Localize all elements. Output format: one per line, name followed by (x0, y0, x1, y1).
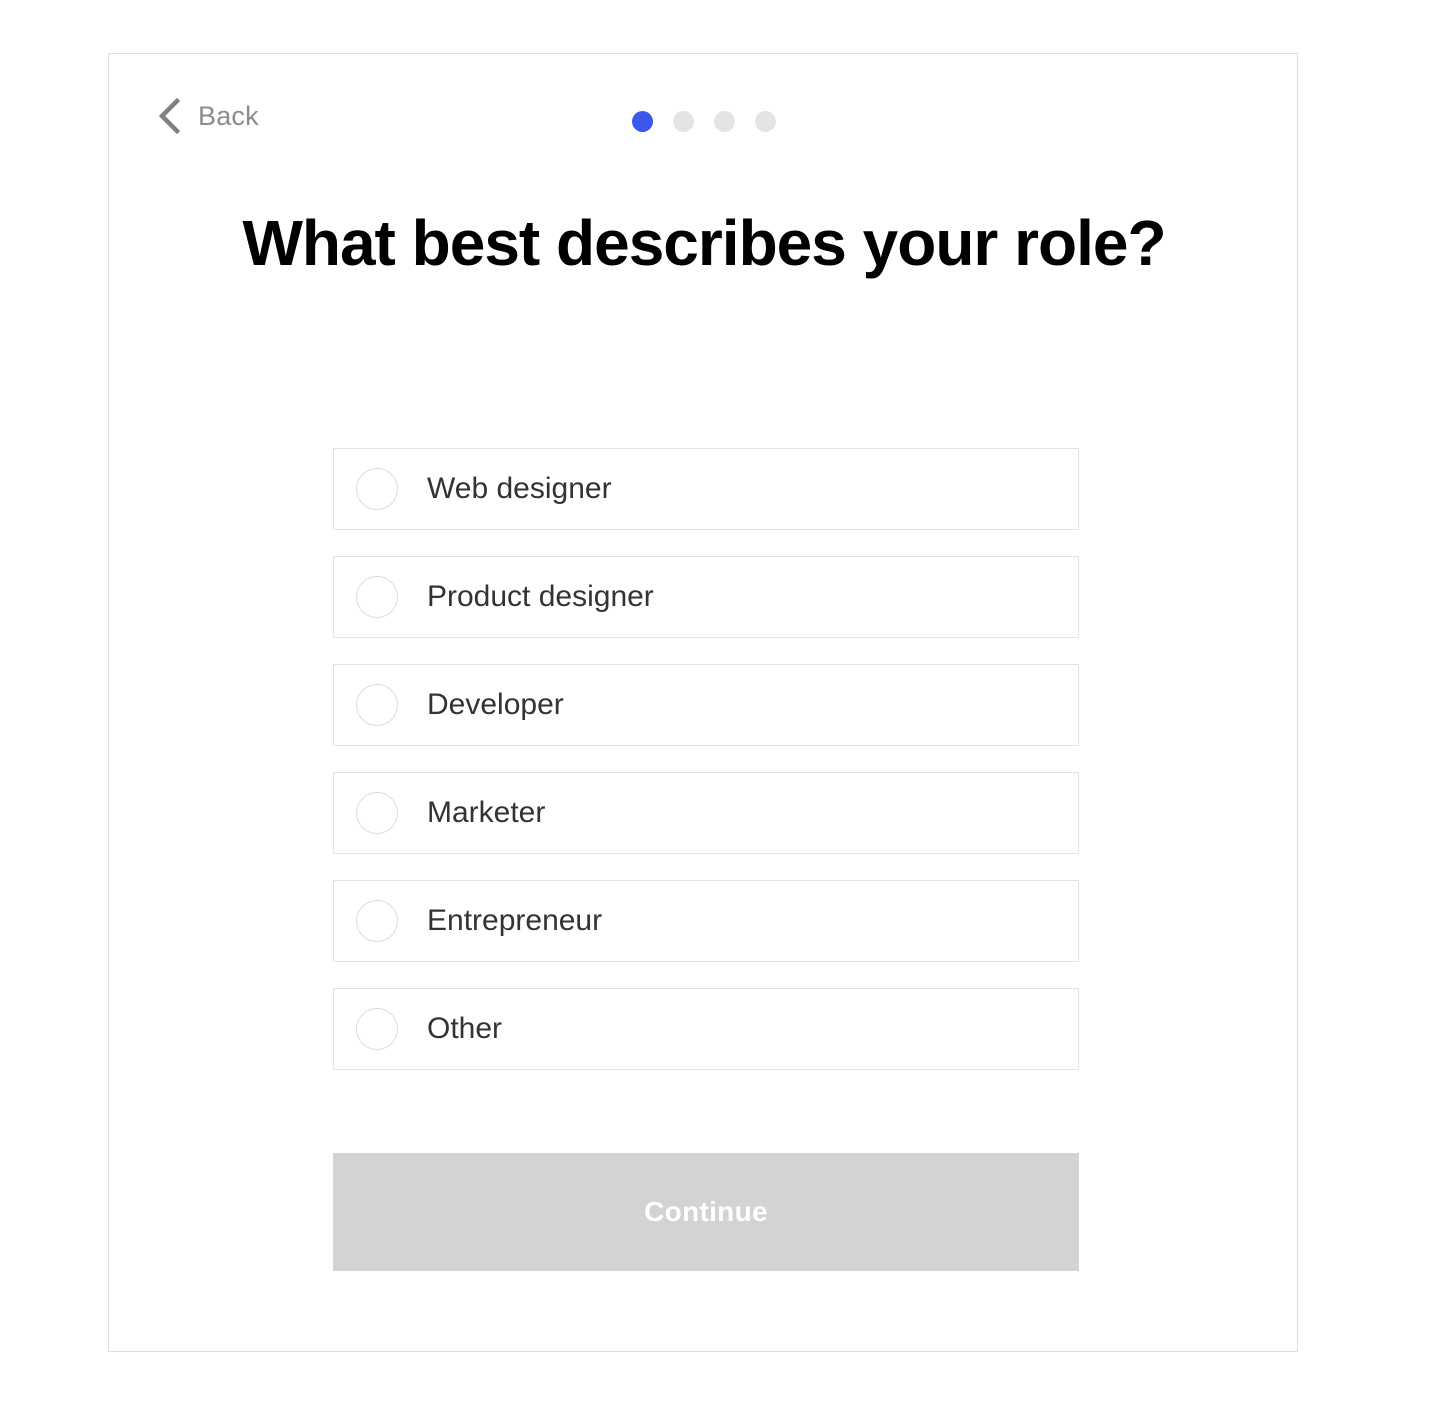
card-topbar: Back (109, 54, 1297, 194)
radio-icon[interactable] (356, 684, 398, 726)
option-label: Entrepreneur (427, 904, 603, 937)
radio-icon[interactable] (356, 468, 398, 510)
radio-icon[interactable] (356, 576, 398, 618)
onboarding-card: Back What best describes your role? Web … (108, 53, 1298, 1352)
page-title: What best describes your role? (242, 207, 1166, 279)
progress-dot-3[interactable] (714, 111, 735, 132)
option-other[interactable]: Other (333, 988, 1079, 1070)
progress-dot-4[interactable] (755, 111, 776, 132)
option-developer[interactable]: Developer (333, 664, 1079, 746)
continue-button[interactable]: Continue (333, 1153, 1079, 1271)
option-label: Product designer (427, 580, 654, 613)
back-button[interactable]: Back (158, 98, 259, 134)
option-product-designer[interactable]: Product designer (333, 556, 1079, 638)
progress-dot-2[interactable] (673, 111, 694, 132)
option-label: Other (427, 1012, 503, 1045)
radio-icon[interactable] (356, 792, 398, 834)
role-options-list: Web designer Product designer Developer … (333, 448, 1079, 1096)
option-label: Developer (427, 688, 564, 721)
chevron-left-icon (158, 98, 180, 134)
progress-dots (632, 111, 776, 132)
option-marketer[interactable]: Marketer (333, 772, 1079, 854)
option-entrepreneur[interactable]: Entrepreneur (333, 880, 1079, 962)
option-label: Web designer (427, 472, 612, 505)
radio-icon[interactable] (356, 1008, 398, 1050)
radio-icon[interactable] (356, 900, 398, 942)
option-web-designer[interactable]: Web designer (333, 448, 1079, 530)
option-label: Marketer (427, 796, 546, 829)
progress-dot-1[interactable] (632, 111, 653, 132)
back-label: Back (198, 100, 259, 131)
